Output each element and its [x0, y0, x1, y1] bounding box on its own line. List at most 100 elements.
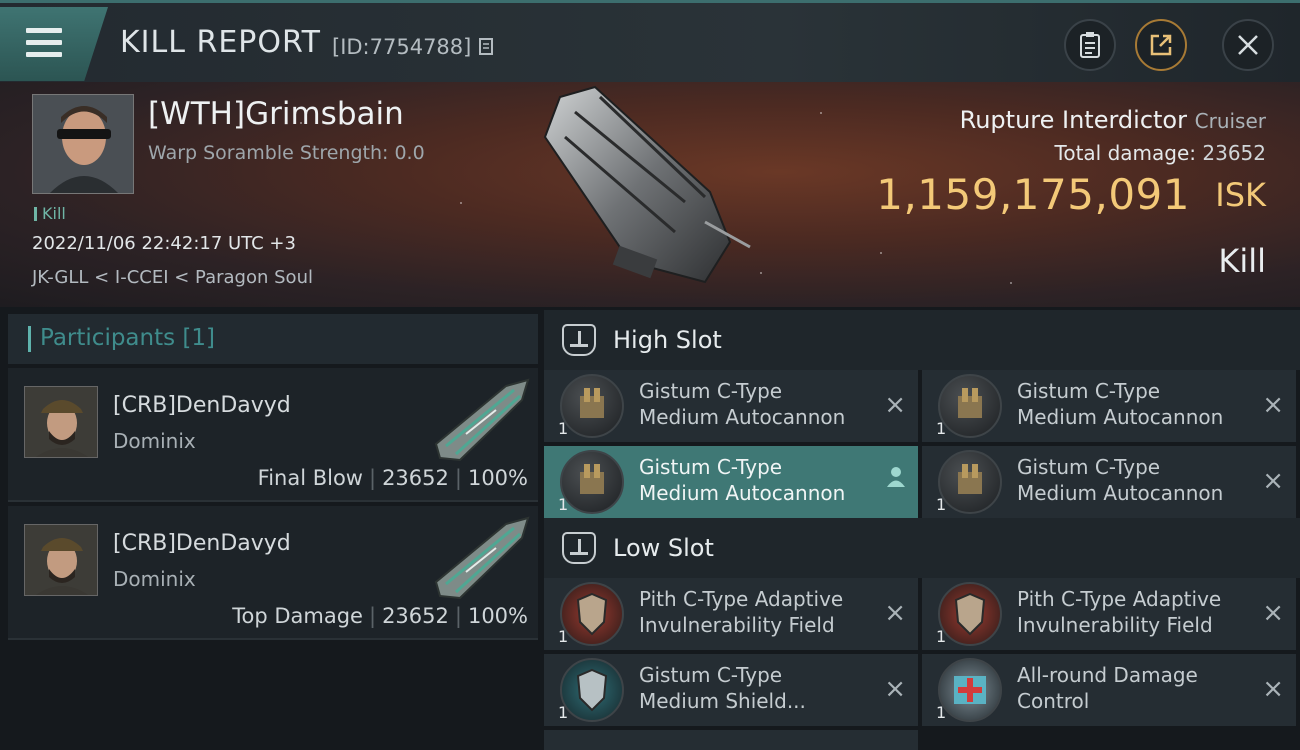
victim-ship-image[interactable] [535, 82, 765, 307]
module-name: All-round Damage Control [1017, 662, 1257, 714]
module-quantity: 1 [936, 703, 947, 722]
module-name-line1: Gistum C-Type [1017, 379, 1161, 403]
pilot-portrait-icon [25, 387, 97, 457]
menu-icon-bar [26, 52, 62, 57]
module-name-line1: Pith C-Type Adaptive [639, 587, 844, 611]
close-icon[interactable]: × [884, 598, 906, 628]
module-name: Gistum C-Type Medium Autocannon [1017, 378, 1257, 430]
module-name-line2: Invulnerability Field [639, 613, 835, 637]
close-icon[interactable]: × [1262, 390, 1284, 420]
participant-avatar[interactable] [24, 524, 98, 596]
module-quantity: 1 [558, 495, 569, 514]
participant-ship-image[interactable] [426, 512, 534, 604]
participant-ship-image[interactable] [426, 374, 534, 466]
kill-location[interactable]: JK-GLL < I-CCEI < Paragon Soul [32, 267, 313, 288]
module-name-line2: Medium Autocannon [1017, 405, 1224, 429]
person-icon[interactable] [886, 466, 906, 494]
pilot-portrait-icon [33, 95, 133, 193]
autocannon-icon [560, 374, 624, 438]
high-slot-header: High Slot [544, 310, 1300, 370]
participant-role: Top Damage [232, 604, 363, 628]
module-item[interactable]: 1 Gistum C-Type Medium Autocannon × [544, 370, 918, 442]
total-damage-label: Total damage: [1054, 141, 1197, 165]
close-button[interactable] [1222, 19, 1274, 71]
participant-row[interactable]: [CRB]DenDavyd Dominix Top Damage | 23652 | 1… [8, 506, 538, 640]
menu-button[interactable] [0, 7, 108, 81]
damage-control-icon [938, 658, 1002, 722]
module-quantity: 1 [558, 419, 569, 438]
autocannon-icon [560, 450, 624, 514]
participant-name[interactable]: [CRB]DenDavyd [113, 393, 291, 418]
module-name-line2: Medium Autocannon [639, 405, 846, 429]
module-item[interactable]: 1 Pith C-Type Adaptive Invulnerability F… [544, 578, 918, 650]
victim-panel: [WTH]Grimsbain Warp Soramble Strength: 0… [0, 82, 1300, 307]
module-name-line1: Gistum C-Type [639, 379, 783, 403]
module-item[interactable]: 1 Gistum C-Type Medium Shield... × [544, 654, 918, 726]
high-slot-icon [562, 324, 596, 356]
ship-type: Rupture Interdictor [959, 106, 1187, 134]
close-icon[interactable]: × [1262, 598, 1284, 628]
autocannon-icon [938, 374, 1002, 438]
participant-damage: 23652 [382, 604, 449, 628]
shield-icon [560, 582, 624, 646]
module-name: Gistum C-Type Medium Autocannon [1017, 454, 1257, 506]
scramble-strength: Warp Soramble Strength: 0.0 [148, 142, 425, 164]
module-item[interactable]: 1 Gistum C-Type Medium Autocannon × [922, 370, 1296, 442]
copy-icon[interactable] [478, 37, 496, 57]
high-slot-label: High Slot [613, 326, 722, 354]
isk-value: 1,159,175,091 [876, 170, 1190, 219]
participant-avatar[interactable] [24, 386, 98, 458]
module-name-line1: All-round Damage [1017, 663, 1198, 687]
module-item[interactable]: 1 Gistum C-Type Medium Autocannon × [922, 446, 1296, 518]
module-name-line2: Medium Shield... [639, 689, 806, 713]
report-id[interactable]: [ID:7754788] [332, 35, 496, 59]
victim-avatar[interactable] [32, 94, 134, 194]
participant-stats: Final Blow | 23652 | 100% [257, 466, 528, 490]
participant-damage: 23652 [382, 466, 449, 490]
module-name-line1: Gistum C-Type [1017, 455, 1161, 479]
participant-percent: 100% [467, 604, 528, 628]
module-item-partial[interactable] [544, 730, 918, 750]
module-name: Pith C-Type Adaptive Invulnerability Fie… [639, 586, 879, 638]
victim-name[interactable]: [WTH]Grimsbain [148, 96, 404, 132]
module-name-line2: Medium Autocannon [639, 481, 846, 505]
share-button[interactable] [1135, 19, 1187, 71]
clipboard-icon [1080, 32, 1100, 58]
participant-name[interactable]: [CRB]DenDavyd [113, 531, 291, 556]
module-item[interactable]: 1 Pith C-Type Adaptive Invulnerability F… [922, 578, 1296, 650]
kill-tag: Kill [34, 204, 66, 223]
menu-icon-bar [26, 40, 62, 45]
clipboard-button[interactable] [1064, 19, 1116, 71]
low-slot-header: Low Slot [544, 518, 1300, 578]
module-item-selected[interactable]: 1 Gistum C-Type Medium Autocannon [544, 446, 918, 518]
ship-class: Cruiser [1194, 109, 1266, 133]
module-quantity: 1 [936, 627, 947, 646]
participant-row[interactable]: [CRB]DenDavyd Dominix Final Blow | 23652 | 1… [8, 368, 538, 502]
module-name-line1: Gistum C-Type [639, 663, 783, 687]
kill-result: Kill [1218, 242, 1266, 280]
victim-ship-name[interactable]: Rupture Interdictor Cruiser [960, 106, 1266, 134]
close-icon[interactable]: × [884, 674, 906, 704]
module-quantity: 1 [558, 703, 569, 722]
module-item[interactable]: 1 All-round Damage Control × [922, 654, 1296, 726]
total-damage-value: 23652 [1202, 141, 1266, 165]
participant-ship: Dominix [113, 429, 196, 453]
close-icon[interactable]: × [1262, 674, 1284, 704]
isk-unit: ISK [1215, 176, 1266, 214]
header-bar: KILL REPORT [ID:7754788] [0, 0, 1300, 82]
module-name-line2: Medium Autocannon [1017, 481, 1224, 505]
low-slot-label: Low Slot [613, 534, 714, 562]
participants-label: Participants [1] [40, 325, 215, 351]
close-icon [1238, 35, 1258, 55]
module-name: Gistum C-Type Medium Autocannon [639, 378, 879, 430]
module-name-line2: Control [1017, 689, 1090, 713]
page-title: KILL REPORT [120, 25, 321, 60]
module-quantity: 1 [558, 627, 569, 646]
total-damage: Total damage: 23652 [1055, 141, 1266, 165]
close-icon[interactable]: × [884, 390, 906, 420]
module-name-line1: Pith C-Type Adaptive [1017, 587, 1222, 611]
module-name-line1: Gistum C-Type [639, 455, 783, 479]
close-icon[interactable]: × [1262, 466, 1284, 496]
kill-datetime: 2022/11/06 22:42:17 UTC +3 [32, 233, 296, 254]
participant-stats: Top Damage | 23652 | 100% [232, 604, 528, 628]
